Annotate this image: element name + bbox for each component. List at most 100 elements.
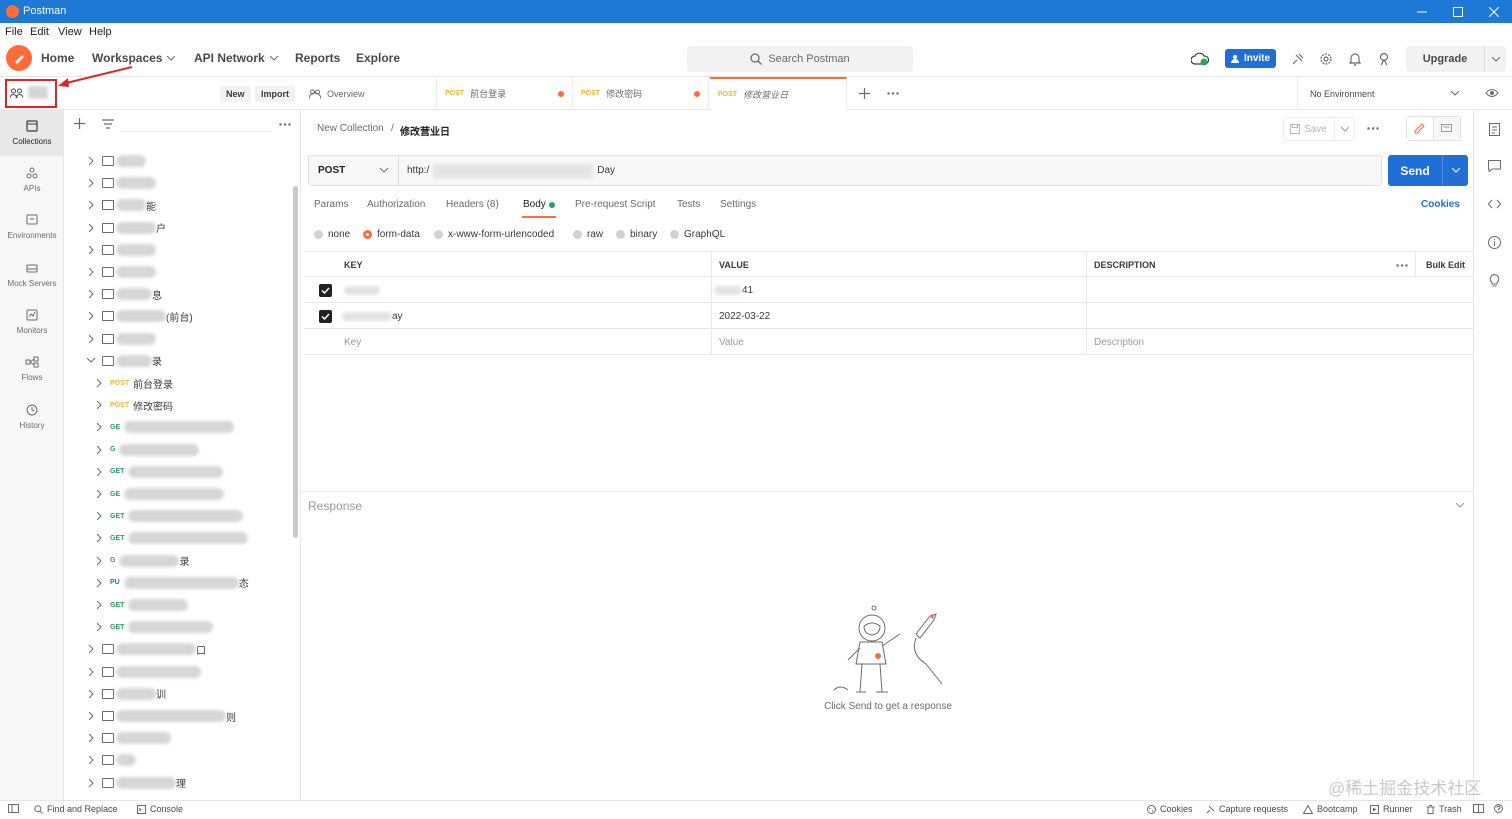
radio-graphql[interactable]: GraphQL — [670, 229, 725, 240]
table-more-icon[interactable] — [1396, 252, 1408, 278]
chevron-right-icon[interactable] — [94, 400, 104, 410]
left-nav-environments[interactable]: Environments — [0, 204, 64, 250]
console-button[interactable]: Console — [137, 804, 183, 814]
chevron-right-icon[interactable] — [86, 733, 96, 743]
chevron-down-icon[interactable] — [1484, 46, 1506, 72]
tab-body[interactable]: Body — [523, 199, 546, 210]
radio-form-data[interactable]: form-data — [363, 229, 420, 240]
edit-pencil-icon[interactable] — [1407, 117, 1434, 140]
breadcrumb-request-name[interactable]: 修改营业日 — [400, 123, 450, 138]
comments-icon[interactable] — [1485, 157, 1503, 175]
tab-pre-request-script[interactable]: Pre-request Script — [575, 199, 656, 210]
tab-more-icon[interactable] — [887, 92, 899, 95]
satellite-icon[interactable] — [1289, 50, 1307, 68]
search-input[interactable]: Search Postman — [687, 46, 913, 72]
help-icon[interactable] — [1494, 804, 1503, 813]
tree-folder-item[interactable]: 则 — [64, 705, 294, 727]
response-divider[interactable] — [301, 491, 1473, 492]
tree-request-item[interactable]: GE — [64, 416, 294, 438]
radio-none[interactable]: none — [314, 229, 350, 240]
tree-folder-item[interactable]: (前台) — [64, 305, 294, 327]
chevron-right-icon[interactable] — [86, 755, 96, 765]
menu-view[interactable]: View — [58, 26, 82, 38]
radio-binary[interactable]: binary — [616, 229, 657, 240]
tree-request-item[interactable]: GET — [64, 594, 294, 616]
breadcrumb-collection[interactable]: New Collection — [317, 123, 384, 134]
tree-folder-item[interactable] — [64, 239, 294, 261]
import-button[interactable]: Import — [255, 86, 295, 102]
radio-raw[interactable]: raw — [573, 229, 603, 240]
tree-folder-item[interactable]: 录 — [64, 350, 294, 372]
left-nav-flows[interactable]: Flows — [0, 346, 64, 392]
left-nav-history[interactable]: History — [0, 394, 64, 440]
environment-select[interactable]: No Environment — [1297, 77, 1469, 110]
chevron-right-icon[interactable] — [94, 378, 104, 388]
user-avatar-icon[interactable] — [1375, 50, 1393, 68]
tab-login[interactable]: POST 前台登录 — [437, 77, 573, 110]
chevron-right-icon[interactable] — [86, 689, 96, 699]
sidebar-scrollbar[interactable] — [293, 186, 298, 538]
bootcamp-button[interactable]: Bootcamp — [1303, 804, 1358, 814]
maximize-button[interactable] — [1440, 0, 1476, 23]
chevron-right-icon[interactable] — [86, 200, 96, 210]
chevron-right-icon[interactable] — [94, 422, 104, 432]
runner-button[interactable]: Runner — [1370, 804, 1413, 814]
chevron-right-icon[interactable] — [94, 600, 104, 610]
row-enabled-checkbox[interactable] — [319, 277, 332, 303]
tree-folder-item[interactable]: 训 — [64, 683, 294, 705]
notifications-bell-icon[interactable] — [1346, 50, 1364, 68]
chevron-down-icon[interactable] — [1442, 155, 1468, 186]
tree-request-item[interactable]: POST 前台登录 — [64, 372, 294, 394]
chevron-right-icon[interactable] — [94, 511, 104, 521]
chevron-down-icon[interactable] — [86, 356, 96, 366]
sync-cloud-icon[interactable] — [1191, 50, 1209, 68]
tree-request-item[interactable]: G — [64, 439, 294, 461]
chevron-right-icon[interactable] — [94, 445, 104, 455]
invite-button[interactable]: Invite — [1225, 49, 1276, 68]
chevron-right-icon[interactable] — [86, 334, 96, 344]
tree-request-item[interactable]: GE — [64, 483, 294, 505]
chevron-right-icon[interactable] — [86, 667, 96, 677]
tree-request-item[interactable]: GET — [64, 461, 294, 483]
chevron-right-icon[interactable] — [86, 644, 96, 654]
nav-workspaces[interactable]: Workspaces — [92, 51, 176, 65]
radio-x-www-form-urlencoded[interactable]: x-www-form-urlencoded — [434, 229, 554, 240]
tree-folder-item[interactable] — [64, 749, 294, 771]
tree-folder-item[interactable] — [64, 727, 294, 749]
chevron-right-icon[interactable] — [94, 533, 104, 543]
postman-home-logo-icon[interactable] — [6, 45, 32, 71]
tree-folder-item[interactable]: 能 — [64, 194, 294, 216]
chevron-right-icon[interactable] — [86, 223, 96, 233]
row-enabled-checkbox[interactable] — [319, 303, 332, 329]
bulk-edit-button[interactable]: Bulk Edit — [1426, 252, 1465, 278]
tree-folder-item[interactable] — [64, 261, 294, 283]
tab-settings[interactable]: Settings — [720, 199, 756, 210]
upgrade-button[interactable]: Upgrade — [1406, 46, 1506, 72]
environment-eye-icon[interactable] — [1485, 88, 1499, 98]
tab-tests[interactable]: Tests — [677, 199, 700, 210]
row-description-field[interactable] — [1094, 277, 1464, 303]
nav-api-network[interactable]: API Network — [194, 51, 278, 65]
chevron-right-icon[interactable] — [86, 245, 96, 255]
tab-change-business-day[interactable]: POST 修改营业日 — [710, 77, 847, 110]
info-icon[interactable] — [1485, 233, 1503, 251]
tree-folder-item[interactable] — [64, 172, 294, 194]
new-description-input[interactable]: Description — [1094, 329, 1144, 355]
row-key-field[interactable] — [344, 277, 380, 303]
collection-search-input[interactable] — [120, 117, 272, 132]
add-collection-icon[interactable] — [74, 118, 85, 129]
save-button[interactable]: Save — [1283, 117, 1355, 141]
tree-folder-item[interactable]: 理 — [64, 772, 294, 794]
url-input[interactable]: http:/ Day — [399, 163, 615, 178]
left-nav-monitors[interactable]: Monitors — [0, 299, 64, 345]
chevron-right-icon[interactable] — [94, 467, 104, 477]
chevron-right-icon[interactable] — [86, 267, 96, 277]
tab-params[interactable]: Params — [314, 199, 348, 210]
row-value-field[interactable]: 2022-03-22 — [719, 303, 770, 329]
chevron-right-icon[interactable] — [86, 156, 96, 166]
left-nav-mock-servers[interactable]: Mock Servers — [0, 252, 64, 298]
tree-folder-item[interactable] — [64, 150, 294, 172]
chevron-right-icon[interactable] — [94, 578, 104, 588]
menu-help[interactable]: Help — [89, 26, 112, 38]
documentation-icon[interactable] — [1485, 120, 1503, 138]
